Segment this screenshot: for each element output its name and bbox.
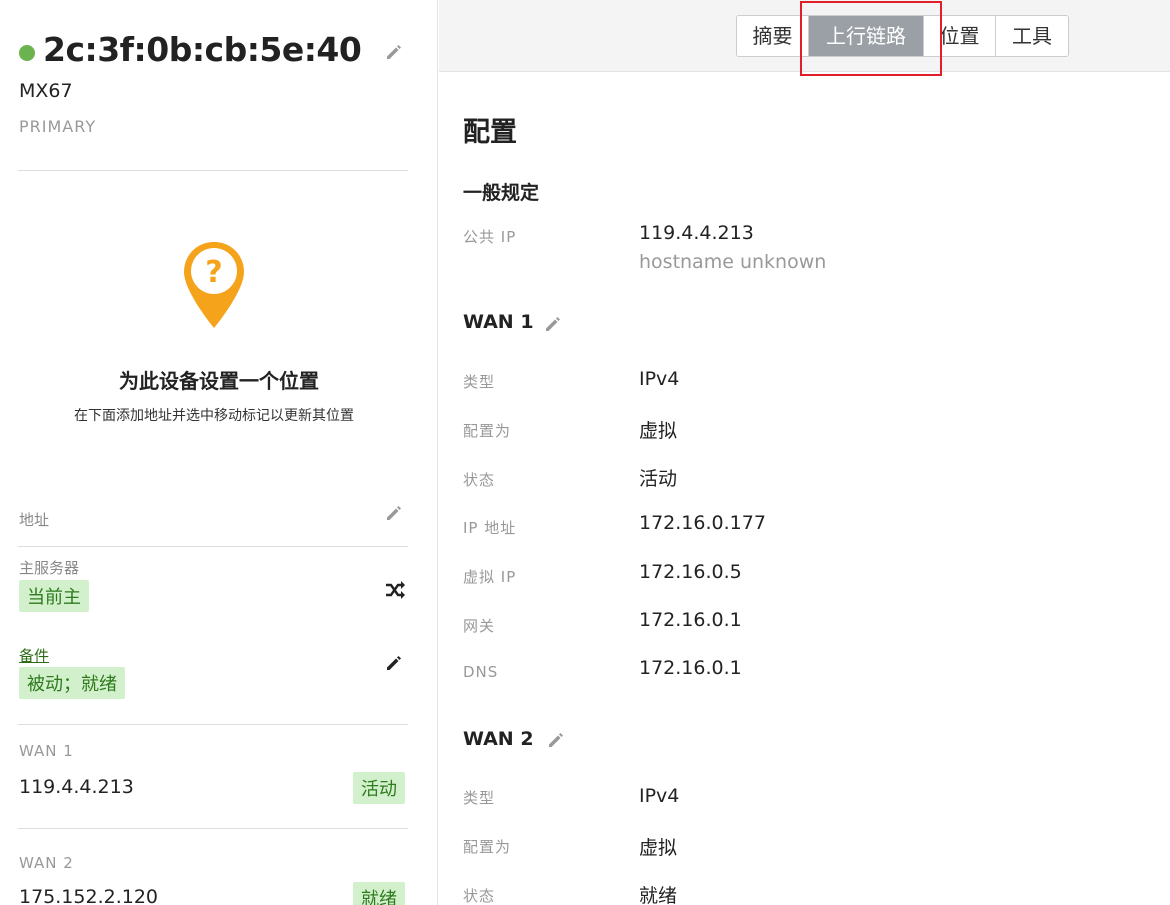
- divider: [18, 724, 408, 725]
- wan2-configured-value: 虚拟: [639, 837, 678, 859]
- device-model: MX67: [19, 80, 73, 102]
- config-title: 配置: [463, 117, 517, 148]
- main-server-badge: 当前主: [19, 580, 89, 612]
- wan1-ip-value: 172.16.0.177: [639, 512, 766, 534]
- wan1-type-label: 类型: [463, 373, 496, 391]
- wan1-vip-value: 172.16.0.5: [639, 561, 742, 583]
- general-heading: 一般规定: [463, 182, 540, 204]
- tab-tools[interactable]: 工具: [996, 16, 1068, 56]
- location-heading: 为此设备设置一个位置: [119, 369, 319, 393]
- public-ip-value: 119.4.4.213: [639, 222, 754, 244]
- wan1-ip: 119.4.4.213: [19, 776, 134, 798]
- main-server-label: 主服务器: [19, 559, 80, 577]
- edit-wan2-pencil-icon[interactable]: [546, 730, 566, 754]
- edit-spare-pencil-icon[interactable]: [384, 653, 404, 677]
- wan1-heading: WAN 1: [463, 311, 534, 333]
- wan1-ip-label: IP 地址: [463, 519, 517, 537]
- edit-address-pencil-icon[interactable]: [384, 503, 404, 527]
- wan2-status-badge: 就绪: [353, 882, 405, 905]
- wan1-vip-label: 虚拟 IP: [463, 568, 517, 586]
- wan1-status-badge: 活动: [353, 772, 405, 804]
- wan2-status-label: 状态: [463, 887, 496, 905]
- wan1-label: WAN 1: [19, 742, 74, 760]
- address-label: 地址: [19, 511, 50, 529]
- wan2-ip: 175.152.2.120: [19, 886, 159, 905]
- wan1-configured-label: 配置为: [463, 422, 512, 440]
- public-ip-label: 公共 IP: [463, 228, 517, 246]
- main-panel: 摘要 上行链路 位置 工具 配置 一般规定 公共 IP 119.4.4.213 …: [439, 0, 1170, 905]
- wan2-type-value: IPv4: [639, 785, 680, 807]
- edit-wan1-pencil-icon[interactable]: [543, 314, 563, 338]
- wan1-dns-label: DNS: [463, 663, 499, 681]
- pin-question-mark: ?: [205, 255, 222, 290]
- shuffle-icon[interactable]: [384, 580, 406, 604]
- wan1-type-value: IPv4: [639, 368, 680, 390]
- wan1-gateway-label: 网关: [463, 617, 496, 635]
- wan1-status-value: 活动: [639, 468, 678, 490]
- wan2-type-label: 类型: [463, 789, 496, 807]
- wan1-gateway-value: 172.16.0.1: [639, 609, 742, 631]
- device-name: 2c:3f:0b:cb:5e:40: [43, 30, 362, 69]
- tab-bar: 摘要 上行链路 位置 工具: [439, 0, 1170, 76]
- tab-summary[interactable]: 摘要: [737, 16, 809, 56]
- tab-uplink[interactable]: 上行链路: [809, 16, 924, 56]
- device-role: PRIMARY: [19, 117, 97, 136]
- wan2-configured-label: 配置为: [463, 838, 512, 856]
- wan2-heading: WAN 2: [463, 728, 534, 750]
- location-subtext: 在下面添加地址并选中移动标记以更新其位置: [74, 408, 354, 424]
- tab-group: 摘要 上行链路 位置 工具: [736, 15, 1069, 57]
- wan1-configured-value: 虚拟: [639, 420, 678, 442]
- spare-link[interactable]: 备件: [19, 645, 49, 666]
- divider: [18, 546, 408, 547]
- divider: [18, 828, 408, 829]
- wan1-status-label: 状态: [463, 471, 496, 489]
- wan1-dns-value: 172.16.0.1: [639, 657, 742, 679]
- pencil-icon[interactable]: [384, 42, 404, 66]
- device-sidebar: 2c:3f:0b:cb:5e:40 MX67 PRIMARY ? 为此设备设置一…: [0, 0, 438, 905]
- status-dot: [19, 45, 35, 61]
- divider: [18, 170, 408, 171]
- map-pin-icon: ?: [182, 240, 246, 336]
- wan2-status-value: 就绪: [639, 885, 678, 905]
- spare-badge: 被动；就绪: [19, 667, 125, 699]
- tab-location[interactable]: 位置: [924, 16, 996, 56]
- hostname-value: hostname unknown: [639, 251, 827, 273]
- wan2-label: WAN 2: [19, 854, 74, 872]
